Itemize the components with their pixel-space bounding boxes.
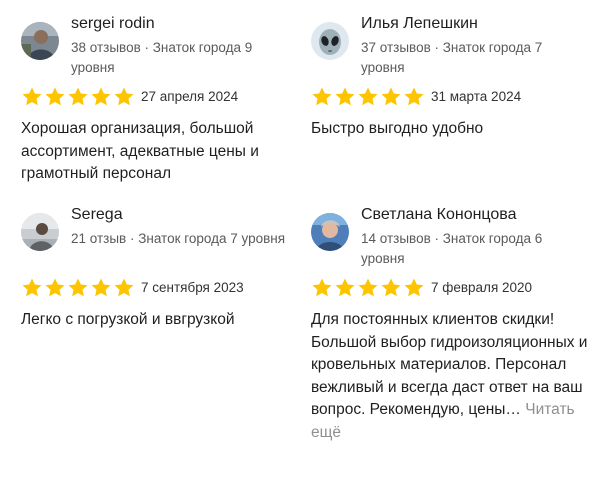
review-date: 31 марта 2024: [431, 89, 522, 104]
author-avatar[interactable]: [21, 22, 59, 60]
star-icon: [45, 87, 65, 106]
star-icon: [335, 87, 355, 106]
author-meta: 37 отзывов · Знаток города 7 уровня: [361, 40, 543, 75]
review-date: 7 февраля 2020: [431, 280, 533, 295]
star-icon: [45, 278, 65, 297]
star-icon: [114, 87, 134, 106]
author-name[interactable]: Светлана Конoнцова: [361, 205, 517, 225]
star-icon: [68, 87, 88, 106]
star-icon: [91, 278, 111, 297]
author-name[interactable]: Serega: [71, 205, 123, 225]
author-avatar[interactable]: [311, 213, 349, 251]
author-meta: 38 отзывов · Знаток города 9 уровня: [71, 40, 253, 75]
star-icon: [312, 87, 332, 106]
star-icon: [381, 278, 401, 297]
star-icon: [114, 278, 134, 297]
review-text: Хорошая организация, большой ассортимент…: [21, 120, 259, 182]
rating-stars: [311, 86, 425, 108]
rating-stars: [21, 277, 135, 299]
star-icon: [22, 278, 42, 297]
author-name[interactable]: Илья Лепешкин: [361, 14, 478, 34]
star-icon: [404, 278, 424, 297]
author-meta: 21 отзыв · Знаток города 7 уровня: [71, 231, 286, 246]
star-icon: [68, 278, 88, 297]
review-date: 7 сентября 2023: [141, 280, 244, 295]
review-text: Для постоянных клиентов скидки! Большой …: [311, 309, 591, 444]
star-icon: [358, 278, 378, 297]
star-icon: [312, 278, 332, 297]
star-icon: [358, 87, 378, 106]
review-text: Легко с погрузкой и ввгрузкой: [21, 311, 235, 328]
star-icon: [335, 278, 355, 297]
review-text: Быстро выгодно удобно: [311, 120, 484, 137]
author-avatar[interactable]: [21, 213, 59, 251]
star-icon: [22, 87, 42, 106]
review-date: 27 апреля 2024: [141, 89, 239, 104]
author-avatar[interactable]: [311, 22, 349, 60]
star-icon: [381, 87, 401, 106]
rating-stars: [311, 277, 425, 299]
author-meta: 14 отзывов · Знаток города 6 уровня: [361, 231, 543, 266]
author-name[interactable]: sergei rodin: [71, 14, 155, 34]
rating-stars: [21, 86, 135, 108]
star-icon: [91, 87, 111, 106]
star-icon: [404, 87, 424, 106]
